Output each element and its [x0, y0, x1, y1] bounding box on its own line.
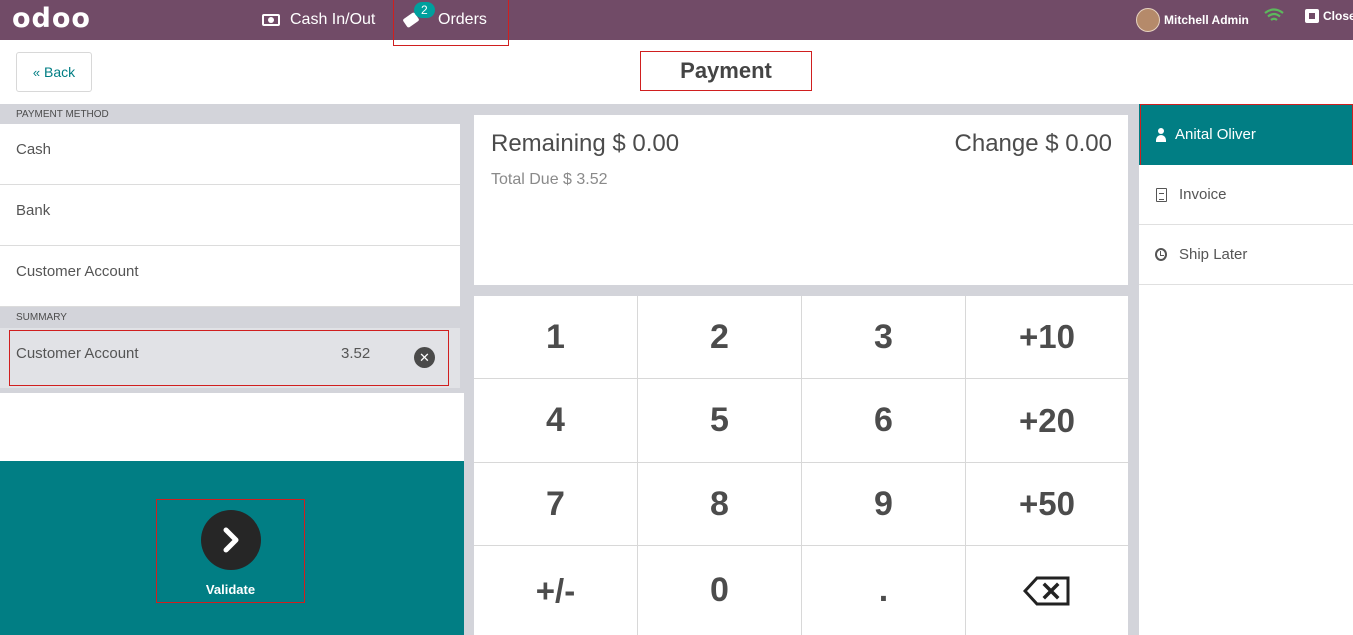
numpad-key-0[interactable]: 0 [638, 546, 801, 635]
remaining-amount: Remaining $ 0.00 [491, 130, 680, 157]
page-title: Payment [640, 51, 812, 91]
invoice-label: Invoice [1179, 186, 1227, 203]
numpad-key-3[interactable]: 3 [802, 296, 965, 378]
payment-method-bank[interactable]: Bank [0, 185, 460, 246]
orders-label: Orders [438, 11, 487, 28]
odoo-logo: odoo [12, 3, 91, 34]
payment-method-cash[interactable]: Cash [0, 124, 460, 185]
numpad-key-7[interactable]: 7 [474, 463, 637, 545]
back-label: Back [44, 64, 76, 80]
customer-button[interactable]: Anital Oliver [1139, 104, 1353, 165]
numpad: 1 2 3 +10 4 5 6 +20 7 8 9 +50 +/- 0 . [474, 296, 1128, 635]
back-button[interactable]: « Back [16, 52, 92, 92]
total-due: Total Due $ 3.52 [491, 171, 608, 188]
payment-method-header: PAYMENT METHOD [0, 104, 460, 124]
numpad-key-1[interactable]: 1 [474, 296, 637, 378]
numpad-key-5[interactable]: 5 [638, 379, 801, 462]
sign-out-icon [1305, 9, 1319, 23]
money-icon [262, 14, 280, 26]
cash-in-out-button[interactable]: Cash In/Out [262, 0, 375, 40]
user-menu[interactable]: Mitchell Admin [1136, 4, 1249, 36]
invoice-button[interactable]: Invoice [1139, 165, 1353, 225]
numpad-key-6[interactable]: 6 [802, 379, 965, 462]
close-label: Close [1323, 9, 1353, 23]
payment-line-amount[interactable]: 3.52 [341, 345, 370, 362]
numpad-key-backspace[interactable] [966, 546, 1128, 635]
orders-count-badge: 2 [414, 2, 435, 18]
summary-divider [0, 388, 460, 393]
cash-in-out-label: Cash In/Out [290, 11, 376, 28]
payment-status: Remaining $ 0.00 Change $ 0.00 Total Due… [474, 115, 1128, 285]
payment-method-customer-account[interactable]: Customer Account [0, 246, 460, 307]
close-button[interactable]: Close [1305, 0, 1353, 32]
avatar [1136, 8, 1160, 32]
user-name: Mitchell Admin [1164, 13, 1249, 27]
numpad-key-plus-50[interactable]: +50 [966, 463, 1128, 545]
payment-line-method: Customer Account [16, 345, 139, 362]
numpad-key-4[interactable]: 4 [474, 379, 637, 462]
file-text-icon [1155, 187, 1167, 202]
numpad-key-decimal[interactable]: . [802, 546, 965, 635]
wifi-icon [1264, 8, 1284, 21]
chevron-right-icon [200, 510, 261, 570]
clock-icon [1155, 248, 1167, 262]
user-icon [1155, 127, 1167, 142]
top-bar: odoo Cash In/Out 2 Orders Mitchell Admin… [0, 0, 1353, 40]
numpad-key-plus-minus[interactable]: +/- [474, 546, 637, 635]
numpad-key-9[interactable]: 9 [802, 463, 965, 545]
orders-button[interactable]: 2 Orders [402, 0, 487, 40]
backspace-icon [1023, 576, 1070, 605]
numpad-key-plus-20[interactable]: +20 [966, 379, 1128, 462]
payment-line[interactable]: Customer Account 3.52 ✕ [0, 328, 460, 388]
change-amount: Change $ 0.00 [954, 130, 1112, 157]
ship-later-label: Ship Later [1179, 246, 1248, 263]
summary-header: SUMMARY [0, 307, 460, 328]
numpad-key-2[interactable]: 2 [638, 296, 801, 378]
validate-button[interactable]: Validate [156, 499, 305, 603]
customer-name: Anital Oliver [1175, 126, 1256, 143]
numpad-key-8[interactable]: 8 [638, 463, 801, 545]
validate-label: Validate [205, 582, 256, 597]
delete-line-icon[interactable]: ✕ [414, 347, 435, 368]
numpad-key-plus-10[interactable]: +10 [966, 296, 1128, 378]
ship-later-button[interactable]: Ship Later [1139, 225, 1353, 285]
double-chevron-left-icon: « [32, 64, 41, 80]
